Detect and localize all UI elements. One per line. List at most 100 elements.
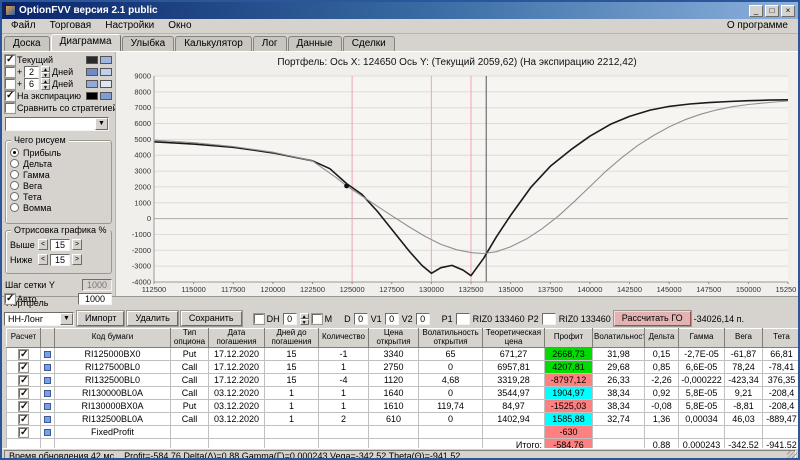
tab-Улыбка[interactable]: Улыбка — [121, 36, 175, 51]
draw-option-Гамма[interactable]: Гамма — [10, 169, 107, 180]
color-swatch[interactable] — [86, 80, 98, 88]
below-value[interactable]: 15 — [50, 253, 70, 266]
column-header[interactable]: Вега — [724, 328, 763, 348]
radio-icon[interactable] — [10, 181, 19, 190]
calc-go-button[interactable]: Рассчитать ГО — [612, 310, 692, 327]
payoff-chart[interactable]: -4000-3000-2000-100001000200030004000500… — [116, 72, 798, 295]
table-row[interactable]: RI125000BX0Put17.12.202015-1334065671,27… — [6, 346, 798, 361]
title-bar[interactable]: OptionFVV версия 2.1 public _ □ × — [2, 2, 798, 19]
column-header[interactable]: Волатильность — [592, 328, 645, 348]
column-header[interactable]: Количество — [318, 328, 369, 348]
row-marker-icon[interactable] — [44, 350, 51, 358]
dh-checkbox[interactable] — [252, 312, 265, 325]
series-checkbox[interactable] — [4, 78, 16, 90]
maximize-button[interactable]: □ — [765, 4, 779, 17]
color-swatch[interactable] — [100, 92, 112, 100]
color-swatch[interactable] — [86, 92, 98, 100]
import-button[interactable]: Импорт — [75, 310, 126, 327]
row-marker-icon[interactable] — [44, 415, 51, 423]
dh-spinner[interactable]: ▲ ▼ — [299, 312, 309, 326]
tab-Сделки[interactable]: Сделки — [342, 36, 395, 51]
menu-item-Торговая[interactable]: Торговая — [43, 19, 99, 33]
compare-strategy-combo[interactable]: ▼ — [5, 117, 109, 131]
below-increment-button[interactable]: > — [72, 254, 82, 265]
series-checkbox[interactable] — [4, 54, 16, 66]
column-header[interactable]: Тета — [762, 328, 798, 348]
d-value[interactable]: 0 — [353, 312, 368, 325]
tab-Калькулятор[interactable]: Калькулятор — [175, 36, 252, 51]
dh-value[interactable]: 0 — [282, 312, 297, 325]
table-row[interactable]: FixedProfit -630 — [6, 424, 798, 439]
chevron-down-icon[interactable]: ▼ — [95, 118, 108, 130]
color-swatch[interactable] — [100, 56, 112, 64]
table-row[interactable]: RI130000BX0APut03.12.2020111610119,7484,… — [6, 398, 798, 413]
series-checkbox[interactable] — [4, 102, 16, 114]
column-header[interactable] — [40, 328, 55, 348]
tab-Доска[interactable]: Доска — [4, 36, 50, 51]
close-button[interactable]: × — [781, 4, 795, 17]
draw-option-Прибыль[interactable]: Прибыль — [10, 147, 107, 158]
table-row[interactable]: RI130000BL0ACall03.12.202011164003544,97… — [6, 385, 798, 400]
resize-grip[interactable] — [787, 451, 797, 458]
auto-checkbox[interactable] — [4, 293, 16, 305]
tab-Лог[interactable]: Лог — [252, 36, 287, 51]
auto-grid-value[interactable]: 1000 — [78, 293, 112, 305]
radio-icon[interactable] — [10, 159, 19, 168]
column-header[interactable]: Волатильность открытия — [418, 328, 483, 348]
p2-input[interactable] — [541, 312, 556, 325]
row-calc-checkbox[interactable] — [18, 426, 29, 438]
row-marker-icon[interactable] — [44, 402, 51, 410]
row-calc-checkbox[interactable] — [18, 387, 29, 399]
table-row[interactable]: RI132500BL0Call17.12.202015-411204,68331… — [6, 372, 798, 387]
color-swatch[interactable] — [100, 80, 112, 88]
save-button[interactable]: Сохранить — [179, 310, 243, 327]
above-increment-button[interactable]: > — [72, 239, 82, 250]
row-marker-icon[interactable] — [44, 376, 51, 384]
color-swatch[interactable] — [86, 56, 98, 64]
radio-icon[interactable] — [10, 192, 19, 201]
strategy-combo[interactable]: НН-Лонг ▼ — [4, 311, 74, 326]
column-header[interactable]: Дата погашения — [208, 328, 265, 348]
v2-value[interactable]: 0 — [415, 312, 430, 325]
draw-option-Дельта[interactable]: Дельта — [10, 158, 107, 169]
days-spinner[interactable]: ▲ ▼ — [41, 66, 50, 79]
color-swatch[interactable] — [100, 68, 112, 76]
row-marker-icon[interactable] — [44, 389, 51, 397]
days-input[interactable]: 6 — [24, 78, 39, 90]
menu-item-Окно[interactable]: Окно — [161, 19, 198, 33]
series-checkbox[interactable] — [4, 90, 16, 102]
column-header[interactable]: Дней до погашения — [264, 328, 319, 348]
column-header[interactable]: Профит — [544, 328, 593, 348]
column-header[interactable]: Дельта — [644, 328, 679, 348]
tab-Диаграмма[interactable]: Диаграмма — [50, 34, 121, 51]
draw-option-Вомма[interactable]: Вомма — [10, 202, 107, 213]
days-spinner[interactable]: ▲ ▼ — [41, 78, 50, 91]
column-header[interactable]: Расчет — [6, 328, 41, 348]
table-row[interactable]: RI132500BL0ACall03.12.20201261001402,941… — [6, 411, 798, 426]
above-decrement-button[interactable]: < — [38, 239, 48, 250]
delete-button[interactable]: Удалить — [126, 310, 179, 327]
menu-item-Файл[interactable]: Файл — [4, 19, 43, 33]
chevron-down-icon[interactable]: ▼ — [60, 312, 73, 325]
radio-icon[interactable] — [10, 148, 19, 157]
color-swatch[interactable] — [86, 68, 98, 76]
column-header[interactable]: Гамма — [678, 328, 725, 348]
tab-Данные[interactable]: Данные — [287, 36, 342, 51]
below-decrement-button[interactable]: < — [38, 254, 48, 265]
row-calc-checkbox[interactable] — [18, 348, 29, 360]
p1-input[interactable] — [455, 312, 470, 325]
draw-option-Тета[interactable]: Тета — [10, 191, 107, 202]
column-header[interactable]: Тип опциона — [170, 328, 209, 348]
radio-icon[interactable] — [10, 203, 19, 212]
row-calc-checkbox[interactable] — [18, 400, 29, 412]
column-header[interactable]: Цена открытия — [368, 328, 419, 348]
m-checkbox[interactable] — [310, 312, 323, 325]
row-marker-icon[interactable] — [44, 428, 51, 436]
table-row[interactable]: RI127500BL0Call17.12.2020151275006957,81… — [6, 359, 798, 374]
v1-value[interactable]: 0 — [384, 312, 399, 325]
row-marker-icon[interactable] — [44, 363, 51, 371]
menu-item-Настройки[interactable]: Настройки — [98, 19, 161, 33]
column-header[interactable]: Код бумаги — [54, 328, 171, 348]
row-calc-checkbox[interactable] — [18, 413, 29, 425]
draw-option-Вега[interactable]: Вега — [10, 180, 107, 191]
